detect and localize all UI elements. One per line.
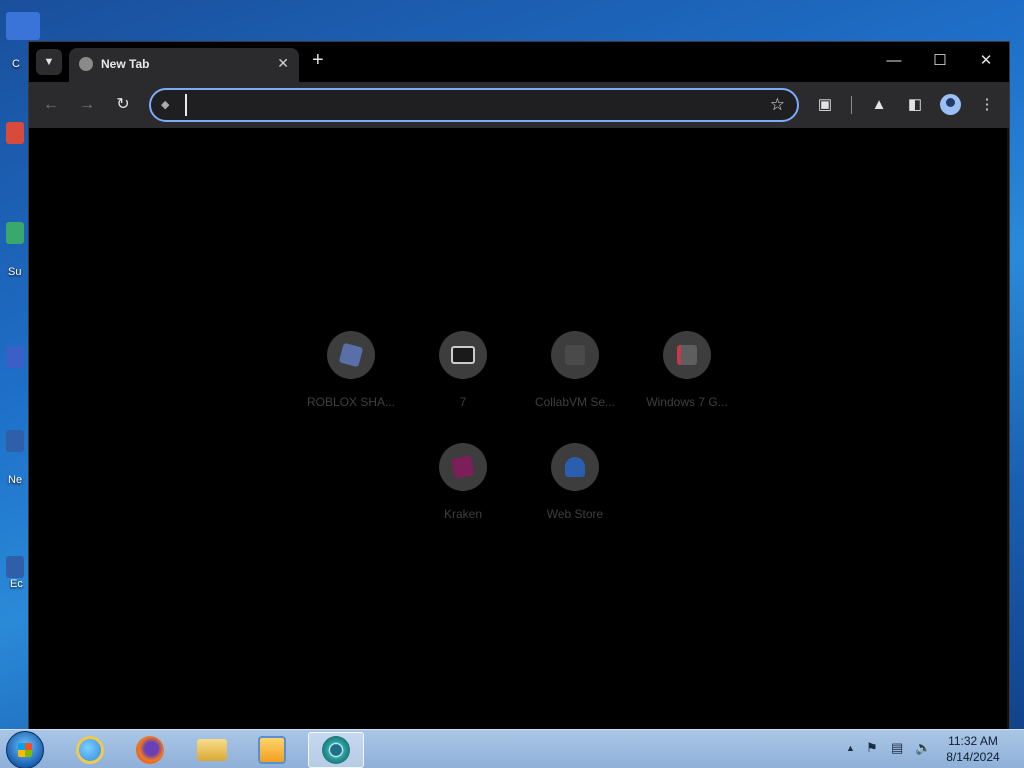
shortcut-label: Web Store (546, 507, 604, 521)
toolbar: ← → ↻ ◆ ☆ ▣ ▲ ◧ ⋮ (29, 82, 1009, 128)
chrome-icon (322, 736, 350, 764)
back-button[interactable]: ← (40, 94, 62, 116)
firefox-icon (136, 736, 164, 764)
shortcut-tile[interactable]: ROBLOX SHA... (295, 331, 407, 443)
tab-search-button[interactable]: ▼ (36, 49, 62, 75)
folder-icon (197, 739, 227, 761)
browser-window: ▼ New Tab ✕ + — ☐ ✕ ← → ↻ ◆ ☆ ▣ ▲ ◧ ⋮ RO… (28, 41, 1010, 730)
forward-button[interactable]: → (76, 94, 98, 116)
shortcut-icon-circle (439, 443, 487, 491)
web-store-icon (565, 457, 585, 477)
shortcut-label: 7 (459, 395, 467, 409)
globe-icon (79, 57, 93, 71)
labs-flask-icon[interactable]: ▲ (868, 94, 890, 116)
windows-logo-icon (18, 743, 32, 757)
desktop-icon-label: Ec (10, 578, 23, 590)
tab-new-tab[interactable]: New Tab ✕ (69, 48, 299, 82)
network-icon[interactable]: ▤ (891, 740, 903, 756)
app-icon (6, 556, 24, 578)
volume-muted-icon[interactable]: 🔈 (915, 740, 931, 756)
shortcut-icon-circle (327, 331, 375, 379)
system-clock[interactable]: 11:32 AM 8/14/2024 (940, 733, 1006, 765)
shortcut-icon-circle (551, 331, 599, 379)
shortcut-icon-circle (551, 443, 599, 491)
side-panel-icon[interactable]: ◧ (904, 94, 926, 116)
app-icon (6, 222, 24, 244)
search-engine-icon: ◆ (161, 99, 170, 111)
shortcut-tile[interactable]: 7 (407, 331, 519, 443)
maximize-button[interactable]: ☐ (928, 50, 952, 72)
chevron-down-icon: ▼ (43, 56, 55, 68)
close-tab-icon[interactable]: ✕ (277, 55, 289, 72)
desktop-icon-4[interactable] (6, 346, 28, 376)
start-button[interactable] (6, 731, 44, 768)
desktop-icon-5[interactable]: Ne (6, 430, 28, 486)
show-hidden-icons-icon[interactable]: ▲ (846, 743, 855, 753)
toolbar-divider (851, 96, 852, 114)
desktop-icon-3[interactable]: Su (6, 222, 28, 278)
clock-date: 8/14/2024 (946, 750, 1000, 764)
close-window-button[interactable]: ✕ (974, 50, 998, 72)
menu-kebab-icon[interactable]: ⋮ (976, 94, 998, 116)
taskbar-media-player[interactable] (244, 732, 300, 768)
shortcut-tile[interactable]: Windows 7 G... (631, 331, 743, 443)
new-tab-button[interactable]: + (312, 49, 324, 72)
app-icon (6, 122, 24, 144)
taskbar-file-explorer[interactable] (184, 732, 240, 768)
app-icon (6, 430, 24, 452)
title-bar[interactable]: ▼ New Tab ✕ + — ☐ ✕ (29, 42, 1009, 82)
shortcut-icon-circle (663, 331, 711, 379)
desktop-icon-label: C (12, 58, 20, 70)
profile-avatar[interactable] (940, 94, 961, 115)
reload-button[interactable]: ↻ (112, 94, 134, 116)
address-input[interactable] (185, 94, 745, 116)
new-tab-page: ROBLOX SHA... 7 CollabVM Se... Windows 7… (29, 128, 1009, 730)
internet-explorer-icon (76, 736, 104, 764)
desktop-icon-2[interactable] (6, 122, 28, 152)
shortcut-tile[interactable]: CollabVM Se... (519, 331, 631, 443)
shortcut-label: CollabVM Se... (534, 395, 616, 409)
shortcut-label: Kraken (443, 507, 483, 521)
desktop-icon-6[interactable]: Ec (6, 556, 28, 590)
taskbar: ▲ ⚑ ▤ 🔈 11:32 AM 8/14/2024 (0, 729, 1024, 768)
roblox-favicon-icon (338, 342, 364, 368)
kraken-favicon-icon (451, 455, 475, 479)
extensions-icon[interactable]: ▣ (814, 94, 836, 116)
taskbar-firefox[interactable] (122, 732, 178, 768)
windows7-favicon-icon (677, 345, 697, 365)
taskbar-internet-explorer[interactable] (62, 732, 118, 768)
bookmark-star-icon[interactable]: ☆ (770, 95, 785, 115)
taskbar-chrome[interactable] (308, 732, 364, 768)
shortcut-label: Windows 7 G... (646, 395, 728, 409)
desktop-icon-label: Su (8, 266, 22, 278)
computer-icon (6, 12, 40, 40)
tab-title: New Tab (101, 57, 150, 71)
app-icon (6, 346, 24, 368)
clock-time: 11:32 AM (948, 734, 998, 748)
shortcut-tile[interactable]: Kraken (407, 443, 519, 555)
shortcut-tile[interactable]: Web Store (519, 443, 631, 555)
minimize-button[interactable]: — (882, 50, 906, 72)
scrollbar[interactable] (1007, 128, 1009, 730)
media-player-icon (258, 736, 286, 764)
desktop-icon-computer[interactable]: C (6, 12, 40, 70)
action-center-flag-icon[interactable]: ⚑ (866, 740, 878, 756)
shortcut-icon-circle (439, 331, 487, 379)
address-bar[interactable]: ◆ ☆ (149, 88, 799, 122)
collabvm-favicon-icon (565, 345, 585, 365)
shortcut-label: ROBLOX SHA... (306, 395, 396, 409)
7zip-favicon-icon (451, 346, 475, 364)
desktop-icon-label: Ne (8, 474, 23, 486)
